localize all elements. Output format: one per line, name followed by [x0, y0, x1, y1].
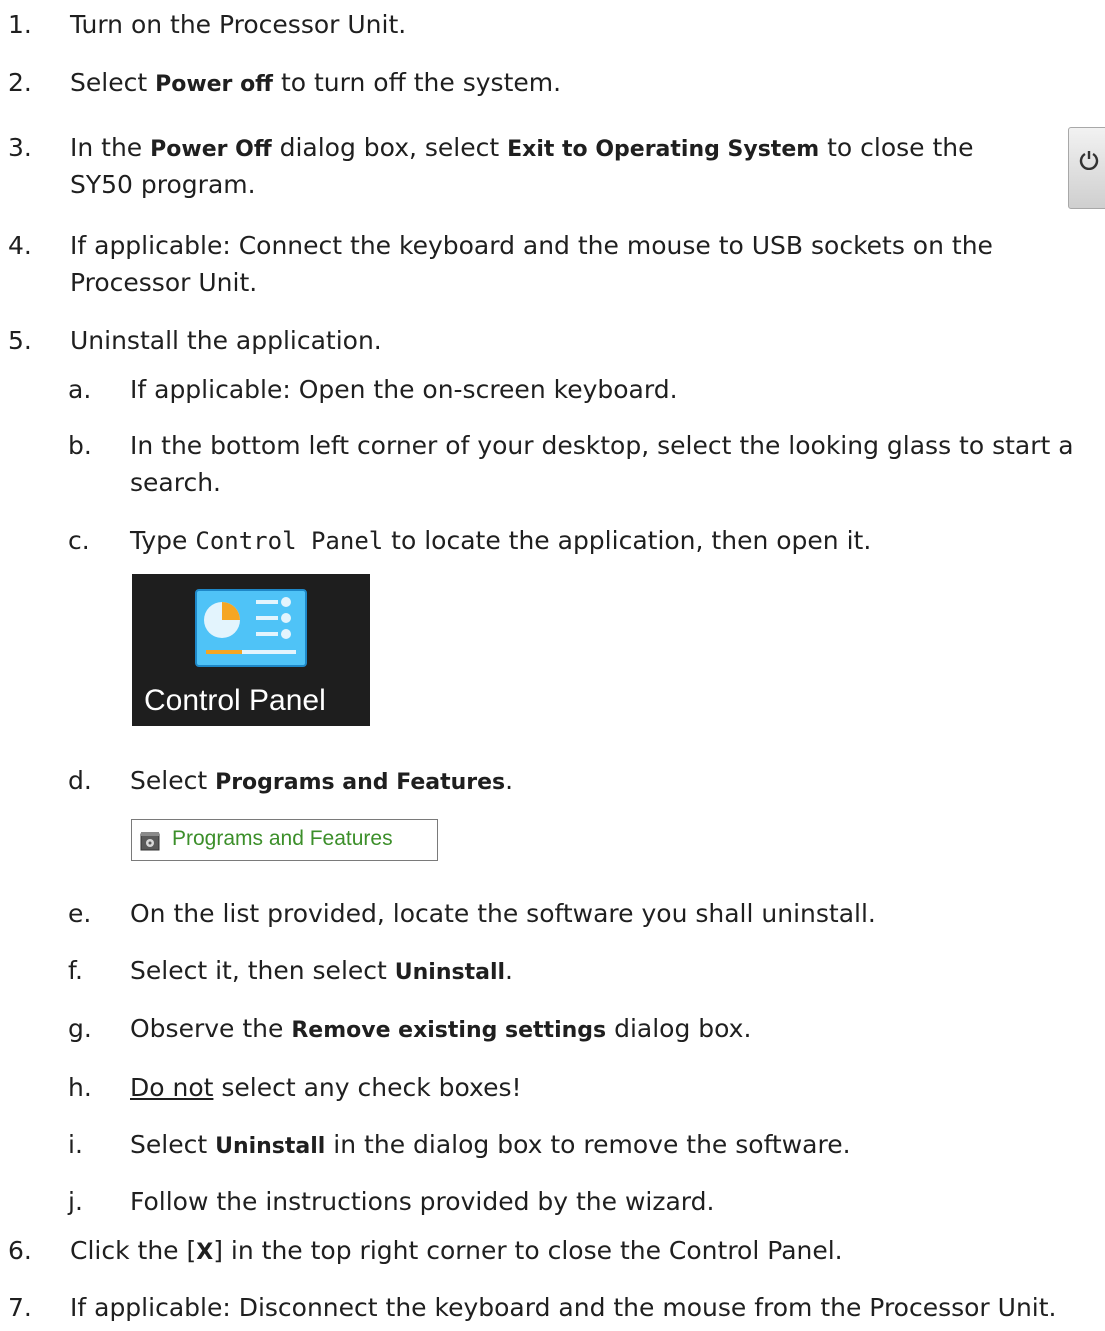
code-text: Control Panel	[195, 527, 384, 555]
step-text: If applicable: Connect the keyboard and …	[70, 231, 993, 260]
step-number: 6.	[8, 1236, 32, 1265]
substep-letter: h.	[68, 1073, 92, 1102]
power-off-button-image	[1068, 127, 1105, 209]
substep-letter: i.	[68, 1130, 83, 1159]
substep-letter: j.	[68, 1187, 83, 1216]
step-text: Select Power off to turn off the system.	[70, 68, 562, 97]
step-number: 3.	[8, 133, 32, 162]
step-number: 5.	[8, 326, 32, 355]
step-number: 7.	[8, 1293, 32, 1322]
ui-term: X	[196, 1240, 214, 1265]
power-icon	[1079, 151, 1099, 170]
step-text: In the Power Off dialog box, select Exit…	[70, 133, 974, 162]
emphasis-text: Do not	[130, 1073, 214, 1102]
step-text: Turn on the Processor Unit.	[70, 10, 407, 39]
step-number: 2.	[8, 68, 32, 97]
ui-term: Remove existing settings	[291, 1018, 607, 1043]
substep-text: Do not select any check boxes!	[130, 1073, 522, 1102]
substep-text: On the list provided, locate the softwar…	[130, 899, 876, 928]
substep-text: Follow the instructions provided by the …	[130, 1187, 715, 1216]
substep-letter: f.	[68, 956, 83, 985]
substep-text: Select it, then select Uninstall.	[130, 956, 513, 985]
substep-text: In the bottom left corner of your deskto…	[130, 431, 1074, 460]
control-panel-label: Control Panel	[144, 684, 326, 717]
substep-text: Type Control Panel to locate the applica…	[130, 526, 872, 555]
substep-letter: a.	[68, 375, 92, 404]
substep-text: Select Programs and Features.	[130, 766, 514, 795]
step-number: 1.	[8, 10, 32, 39]
step-text: If applicable: Disconnect the keyboard a…	[70, 1293, 1057, 1322]
ui-term: Programs and Features	[215, 770, 506, 795]
programs-and-features-link[interactable]: Programs and Features	[131, 819, 438, 861]
substep-text: Observe the Remove existing settings dia…	[130, 1014, 752, 1043]
ui-term: Exit to Operating System	[507, 137, 820, 162]
substep-letter: c.	[68, 526, 90, 555]
substep-letter: d.	[68, 766, 92, 795]
step-text: Click the [X] in the top right corner to…	[70, 1236, 843, 1265]
substep-letter: e.	[68, 899, 92, 928]
substep-text: If applicable: Open the on-screen keyboa…	[130, 375, 678, 404]
programs-and-features-label: Programs and Features	[172, 827, 393, 850]
step-text: Uninstall the application.	[70, 326, 382, 355]
control-panel-tile[interactable]: Control Panel	[132, 574, 370, 726]
substep-letter: g.	[68, 1014, 92, 1043]
substep-letter: b.	[68, 431, 92, 460]
ui-term: Uninstall	[394, 960, 506, 985]
ui-term: Uninstall	[215, 1134, 326, 1159]
programs-features-icon	[140, 832, 160, 851]
ui-term: Power off	[155, 72, 274, 97]
step-number: 4.	[8, 231, 32, 260]
substep-text: Select Uninstall in the dialog box to re…	[130, 1130, 851, 1159]
control-panel-icon	[195, 589, 307, 667]
ui-term: Power Off	[150, 137, 272, 162]
